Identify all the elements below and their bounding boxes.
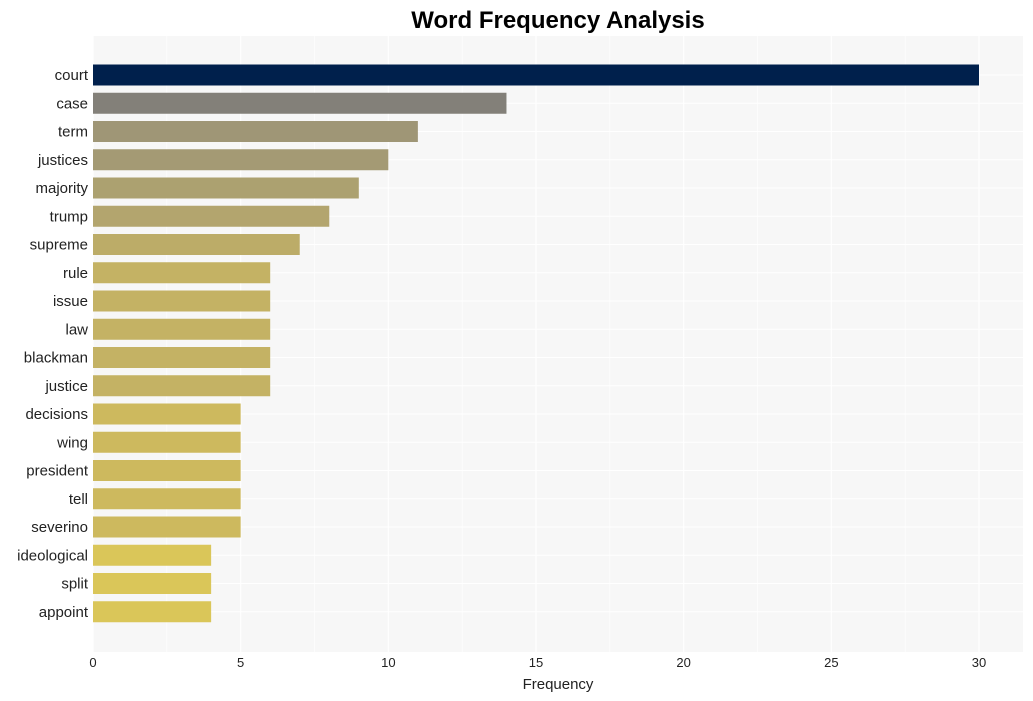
x-tick-label: 10 [381,655,395,670]
x-tick-label: 15 [529,655,543,670]
bar-wing [93,431,241,453]
bar-rule [93,262,271,284]
y-tick-label: ideological [17,547,88,564]
bar-justices [93,149,389,171]
x-tick-label: 20 [676,655,690,670]
bar-split [93,573,212,594]
bar-supreme [93,234,300,255]
y-tick-label: law [65,321,88,338]
y-axis-labels: court case term justices majority trump suprem… [17,67,89,621]
bar-trump [93,205,330,227]
y-tick-label: term [58,124,88,141]
bar-ideological [93,544,212,566]
x-tick-label: 0 [89,655,96,670]
y-tick-label: appoint [39,604,89,621]
y-tick-label: rule [63,265,88,282]
y-tick-label: severino [31,519,88,536]
word-frequency-chart: court case term justices majority trump suprem… [17,7,1023,693]
x-axis-label: Frequency [523,676,594,693]
y-tick-label: wing [56,434,88,451]
bar-blackman [93,347,271,368]
y-tick-label: tell [69,491,88,508]
bar-justice [93,375,271,397]
y-tick-label: president [26,463,89,480]
y-tick-label: split [61,576,89,593]
bar-severino [93,516,241,538]
bar-court [93,64,979,86]
bar-tell [93,488,241,510]
y-tick-label: issue [53,293,88,310]
chart-title: Word Frequency Analysis [411,7,704,34]
bar-decisions [93,403,241,425]
y-tick-label: justices [37,152,88,169]
y-tick-label: blackman [24,350,88,367]
bar-president [93,460,241,481]
bar-law [93,318,271,340]
y-tick-label: supreme [30,237,88,254]
bar-issue [93,290,271,312]
x-tick-label: 25 [824,655,838,670]
x-tick-label: 5 [237,655,244,670]
y-tick-label: decisions [25,406,88,423]
bar-appoint [93,601,212,623]
bar-case [93,92,507,114]
y-tick-label: case [56,95,88,112]
bar-term [93,121,418,142]
x-axis-ticks: 0 5 10 15 20 25 30 [89,655,986,670]
y-tick-label: court [55,67,89,84]
x-tick-label: 30 [972,655,986,670]
y-tick-label: majority [35,180,88,197]
y-tick-label: trump [50,208,88,225]
y-tick-label: justice [44,378,88,395]
bar-majority [93,177,359,199]
